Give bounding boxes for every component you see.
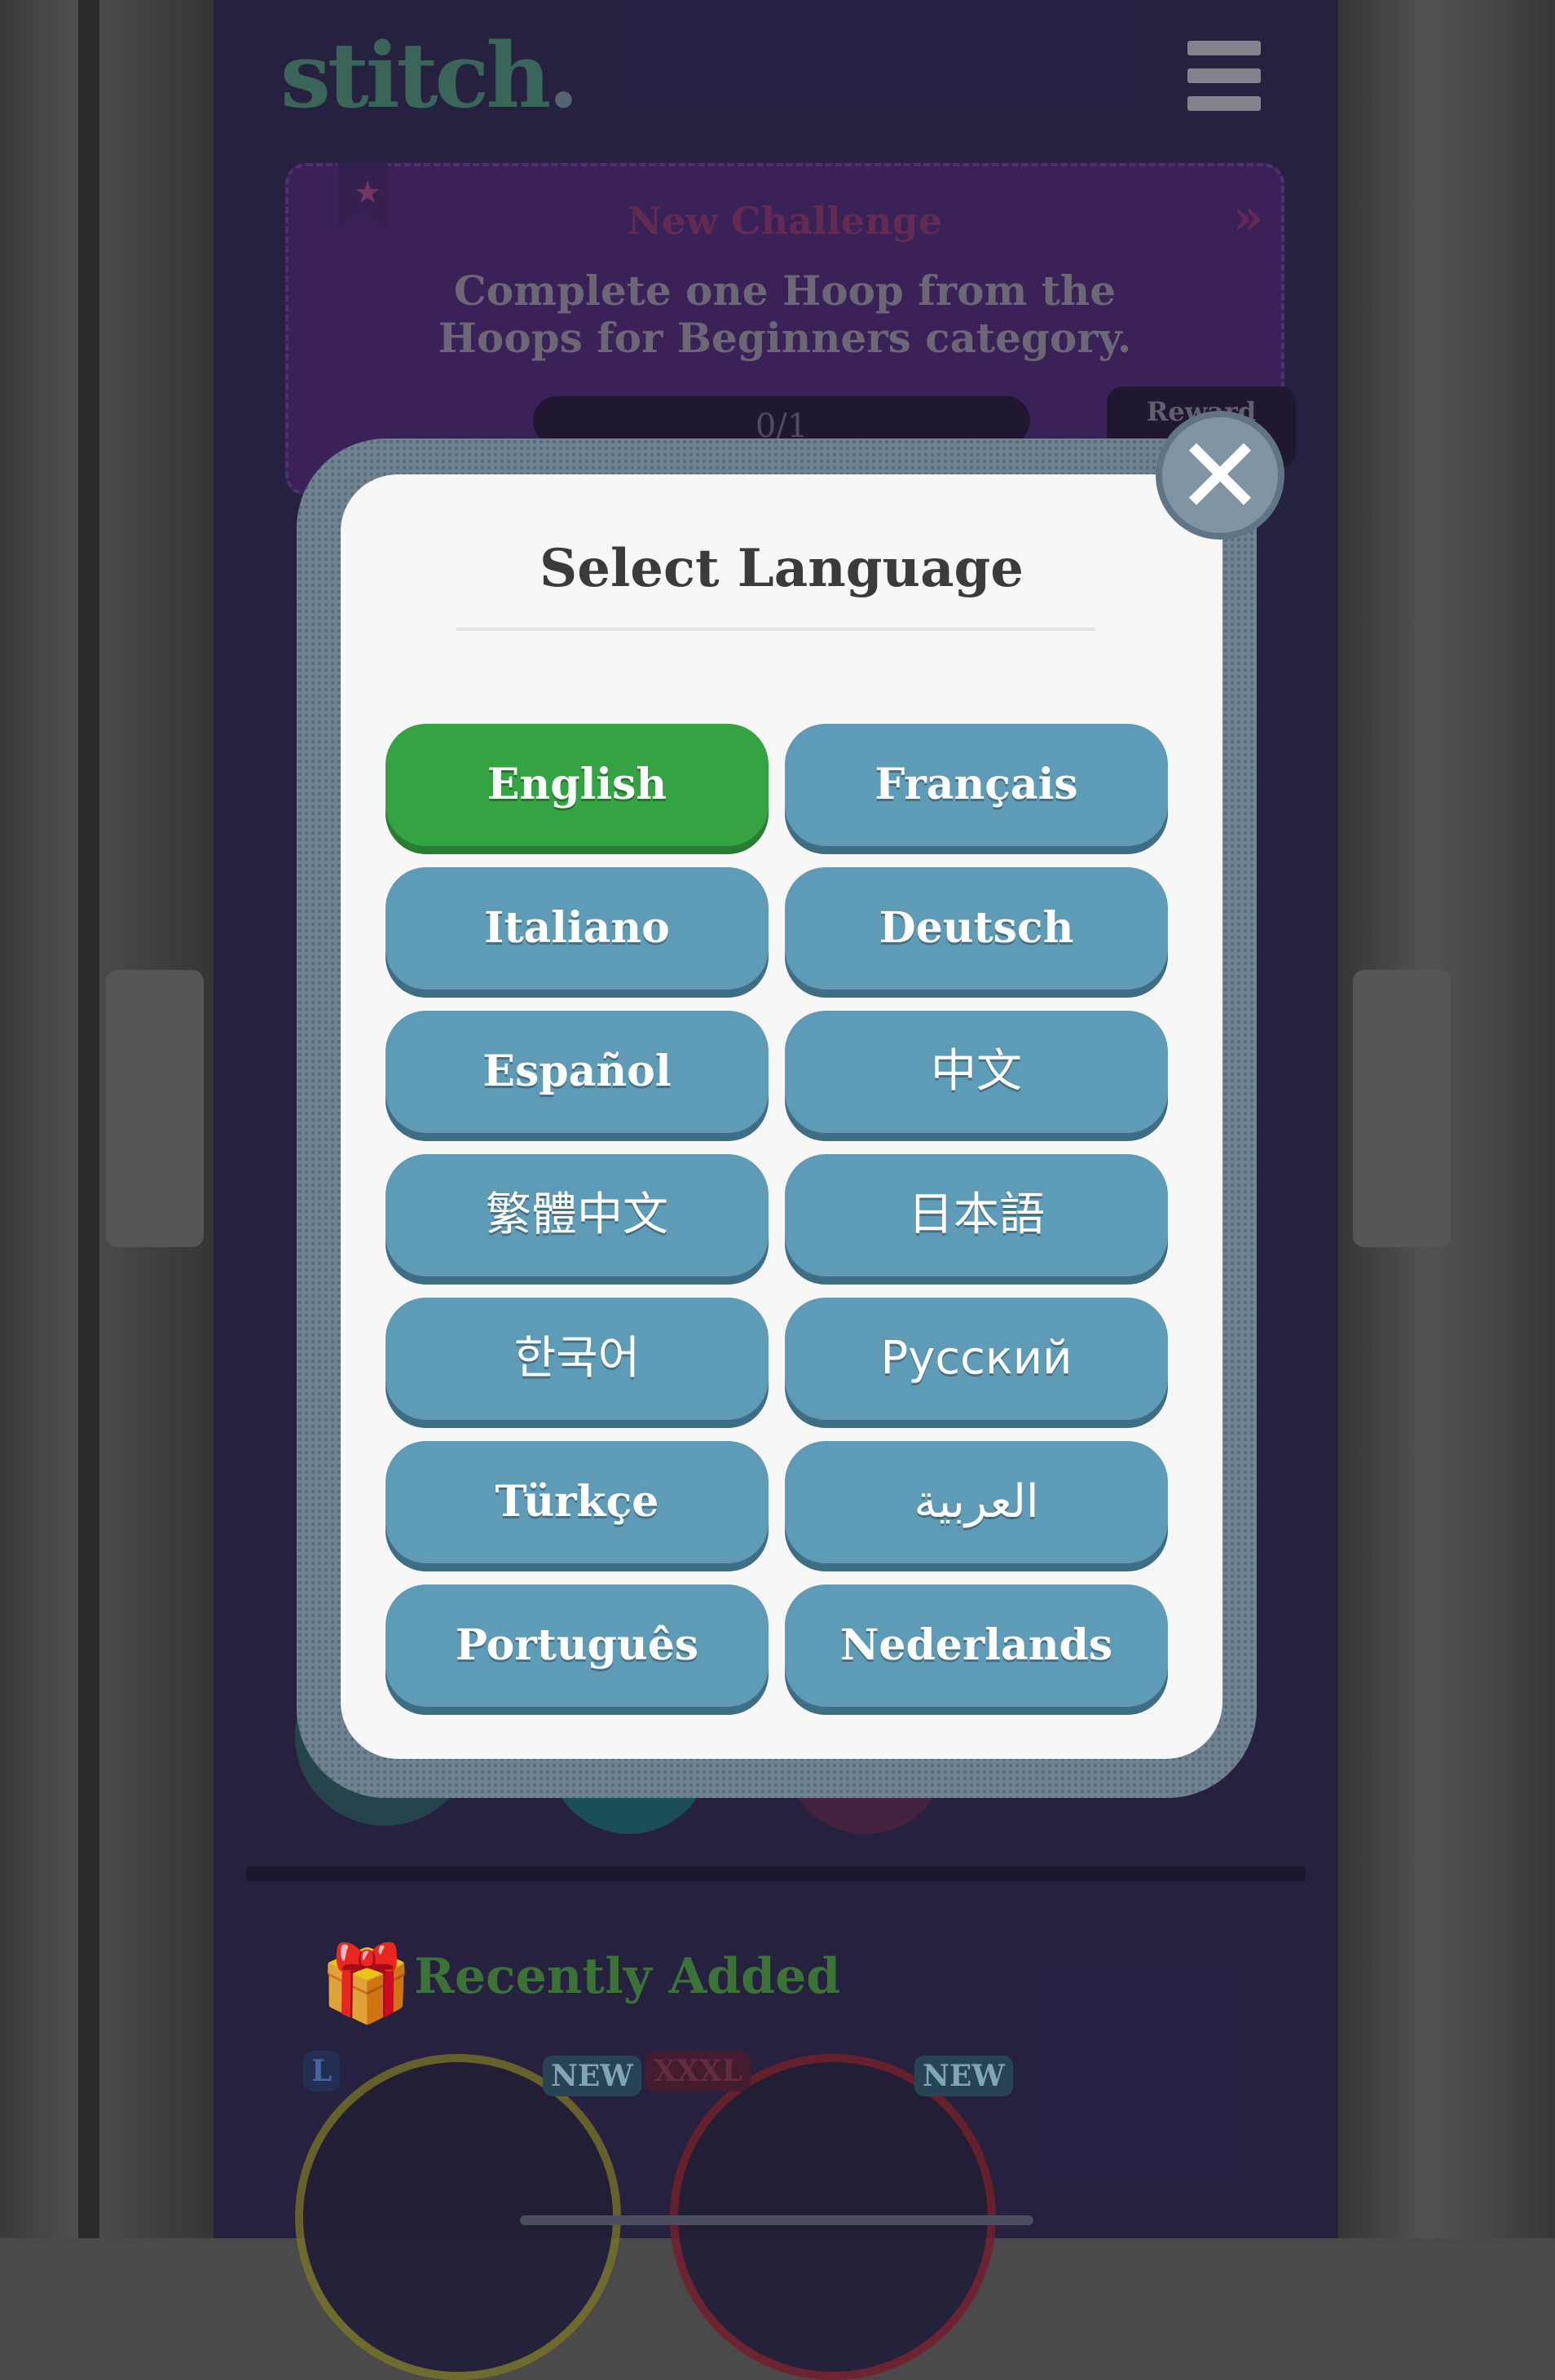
language-button-spanish[interactable]: Español — [385, 1011, 769, 1133]
language-button-italian[interactable]: Italiano — [385, 867, 769, 989]
language-button-japanese[interactable]: 日本語 — [785, 1154, 1168, 1276]
title-divider — [456, 628, 1095, 631]
language-button-russian[interactable]: Русский — [785, 1298, 1168, 1420]
close-button[interactable]: ✕ — [1156, 411, 1284, 540]
language-button-chinese-traditional[interactable]: 繁體中文 — [385, 1154, 769, 1276]
language-button-turkish[interactable]: Türkçe — [385, 1441, 769, 1563]
language-button-chinese-simplified[interactable]: 中文 — [785, 1011, 1168, 1133]
language-button-portuguese[interactable]: Português — [385, 1584, 769, 1707]
close-icon: ✕ — [1175, 414, 1265, 538]
language-button-korean[interactable]: 한국어 — [385, 1298, 769, 1420]
modal-title: Select Language — [540, 538, 1024, 599]
language-button-arabic[interactable]: العربية — [785, 1441, 1168, 1563]
language-button-english[interactable]: English — [385, 724, 769, 846]
language-button-german[interactable]: Deutsch — [785, 867, 1168, 989]
language-button-dutch[interactable]: Nederlands — [785, 1584, 1168, 1707]
language-button-french[interactable]: Français — [785, 724, 1168, 846]
